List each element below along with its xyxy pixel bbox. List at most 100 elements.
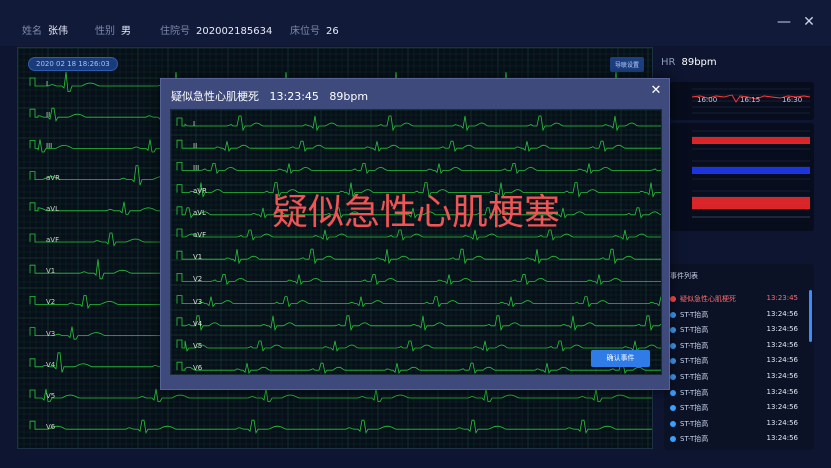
event-dot-icon (670, 405, 676, 412)
lead-label: III (193, 164, 200, 173)
bed-value: 26 (326, 26, 339, 37)
event-row[interactable]: ST-T抬高13:24:56 (670, 354, 806, 368)
trend-tick: 16:15 (740, 96, 761, 104)
event-dot-icon (670, 436, 676, 443)
event-time: 13:24:56 (766, 372, 798, 380)
event-time: 13:24:56 (766, 325, 798, 334)
event-dot-icon (670, 342, 676, 349)
minimize-button[interactable]: — (776, 14, 792, 30)
ecg-grid (171, 110, 661, 374)
hr-value: 89bpm (681, 57, 717, 68)
event-list-scrollbar[interactable] (809, 290, 812, 342)
alert-icon (670, 296, 676, 302)
lead-label: V4 (193, 319, 203, 328)
heart-rate: HR 89bpm (661, 57, 717, 68)
event-dot-icon (670, 374, 676, 380)
dialog-ecg-trace-I (176, 115, 661, 132)
dialog-close-button[interactable]: ✕ (649, 84, 663, 98)
lead-label: aVR (46, 173, 60, 182)
lead-label: V6 (193, 364, 203, 373)
lead-label: aVL (46, 204, 59, 213)
st-trend-band (692, 137, 810, 144)
event-time: 13:24:56 (766, 403, 798, 412)
event-row[interactable]: ST-T抬高 13:24:56 (670, 401, 806, 415)
event-list-title: 事件列表 (670, 272, 698, 280)
dialog-ecg-trace-II (176, 139, 661, 152)
ecg-datetime: 2020 02 18 18:26:03 (28, 57, 118, 71)
event-row[interactable]: ST-T抬高13:24:56 (670, 432, 806, 446)
lead-label: V2 (193, 275, 203, 284)
alert-warning-text: 疑似急性心肌梗塞 (271, 192, 560, 233)
st-trend-band (692, 197, 810, 209)
dialog-ecg-trace-V5 (176, 339, 661, 352)
lead-label: V3 (46, 329, 56, 338)
lead-label: II (46, 111, 51, 120)
st-trend-svg (692, 130, 810, 218)
lead-label: V5 (46, 392, 56, 400)
event-name: ST-T抬高 (680, 388, 709, 397)
lead-label: V5 (193, 342, 203, 350)
event-name: ST-T抬高 (680, 341, 709, 350)
dialog-ecg-canvas (171, 110, 661, 374)
event-time: 13:23:45 (766, 294, 798, 302)
event-dot-icon (670, 389, 676, 396)
dialog-ecg-trace-III (176, 162, 661, 175)
patient-gender: 性别男 (95, 22, 131, 37)
lead-settings-button[interactable]: 导联设置 (609, 57, 644, 72)
patient-name-value: 张伟 (48, 26, 68, 37)
lead-label: V3 (193, 297, 203, 306)
event-time: 13:24:56 (766, 418, 798, 427)
admission-value: 202002185634 (196, 26, 273, 37)
lead-label: III (46, 142, 53, 151)
dialog-ecg-trace-V6 (176, 361, 661, 374)
event-time: 13:24:56 (766, 309, 798, 318)
hr-label: HR (661, 57, 676, 68)
admission-label: 住院号 (160, 26, 190, 37)
event-row[interactable]: ST-T抬高 13:24:56 (670, 386, 806, 400)
bed-label: 床位号 (290, 26, 320, 37)
event-row[interactable]: ST-T抬高13:24:56 (670, 448, 806, 450)
lead-label: V4 (46, 360, 56, 369)
st-trend-chart (670, 123, 814, 231)
trend-tick: 16:00 (697, 96, 718, 104)
patient-gender-value: 男 (121, 26, 131, 37)
dialog-time: 13:23:45 (269, 90, 319, 103)
event-row[interactable]: 疑似急性心肌梗死 13:23:45 (670, 292, 806, 306)
event-alert-dialog: 疑似急性心肌梗死 13:23:45 89bpm ✕ I II III aVR aVL aV… (160, 78, 670, 390)
patient-name-label: 姓名 (22, 26, 42, 37)
event-name: ST-T抬高 (680, 373, 709, 381)
event-time: 13:24:56 (766, 387, 798, 396)
event-name: ST-T抬高 (680, 310, 709, 319)
event-time: 13:24:56 (766, 356, 798, 365)
lead-label: aVF (46, 236, 60, 244)
dialog-title-text: 疑似急性心肌梗死 (171, 90, 259, 103)
event-row[interactable]: ST-T抬高13:24:56 (670, 323, 806, 337)
ecg-trace-V5 (29, 388, 652, 403)
event-dot-icon (670, 311, 676, 318)
trend-tick: 16:30 (782, 96, 803, 104)
event-row[interactable]: ST-T抬高13:24:56 (670, 339, 806, 353)
event-list: 事件列表 疑似急性心肌梗死 13:23:45 ST-T抬高 13:24:56 ST-T抬… (664, 264, 814, 450)
lead-label: V6 (46, 423, 56, 432)
lead-label: V2 (46, 298, 56, 307)
dialog-title: 疑似急性心肌梗死 13:23:45 89bpm (171, 88, 368, 104)
event-row[interactable]: ST-T抬高 13:24:56 (670, 370, 806, 384)
lead-label: I (193, 120, 196, 128)
lead-label: I (46, 80, 49, 88)
event-dot-icon (670, 327, 676, 334)
event-dot-icon (670, 420, 676, 427)
dialog-ecg-trace-V1 (176, 248, 661, 265)
event-name: ST-T抬高 (680, 404, 709, 413)
event-name: ST-T抬高 (680, 419, 709, 428)
event-name: ST-T抬高 (680, 435, 709, 444)
dialog-ecg-view: I II III aVR aVL aVF V1 V2 V3 V4 V5 V6 (170, 109, 662, 375)
patient-info-bar: 姓名 张伟 性别男 住院号 202002185634 床位号 26 — ✕ (0, 0, 831, 46)
event-dot-icon (670, 358, 676, 365)
event-row[interactable]: ST-T抬高 13:24:56 (670, 417, 806, 431)
patient-gender-label: 性别 (95, 26, 115, 37)
confirm-event-button[interactable]: 确认事件 (591, 350, 650, 367)
patient-admission: 住院号 202002185634 (160, 22, 272, 37)
lead-label: V1 (193, 253, 203, 262)
close-window-button[interactable]: ✕ (801, 14, 817, 30)
event-row[interactable]: ST-T抬高 13:24:56 (670, 308, 806, 322)
